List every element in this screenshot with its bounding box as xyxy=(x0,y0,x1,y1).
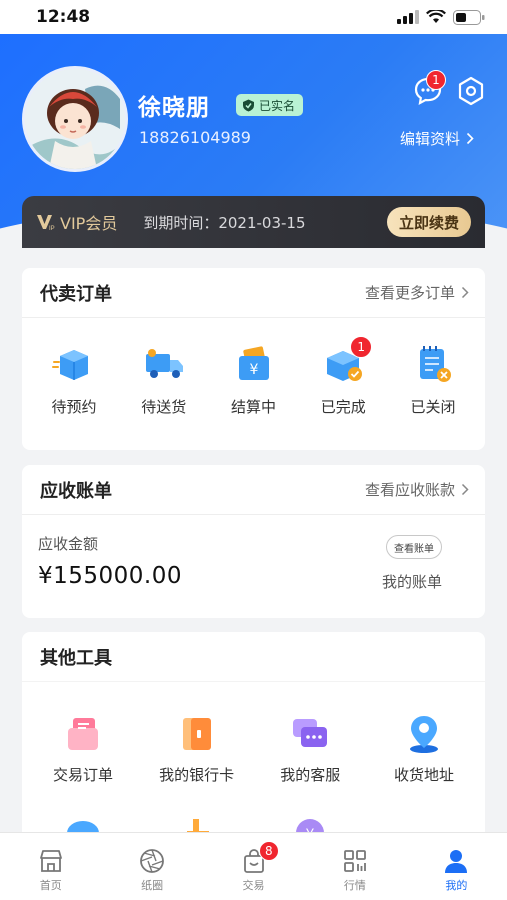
renew-vip-button[interactable]: 立即续费 xyxy=(386,207,471,237)
other-tools-card: 其他工具 交易订单 我的银行卡 我的客服 收货地址 xyxy=(22,632,485,842)
tool-label: 我的银行卡 xyxy=(159,766,235,784)
verified-badge: 已实名 xyxy=(236,94,304,116)
order-status-label: 待预约 xyxy=(51,398,97,416)
consignment-orders-card: 代卖订单 查看更多订单 待预约 待送货 ¥ 结算中 1 已完成 已关闭 xyxy=(22,268,485,450)
avatar-illustration xyxy=(25,69,125,169)
bank-card-icon xyxy=(182,718,211,750)
message-badge: 1 xyxy=(426,70,446,90)
box-icon xyxy=(52,350,88,380)
tab-trade[interactable]: 8 交易 xyxy=(203,833,304,900)
edit-profile-link[interactable]: 编辑资料 xyxy=(400,128,474,149)
location-pin-icon xyxy=(409,716,438,753)
tab-label: 行情 xyxy=(343,879,366,892)
svg-text:IP: IP xyxy=(49,226,55,231)
order-status-completed[interactable]: 1 已完成 xyxy=(303,336,383,417)
trade-order-icon xyxy=(68,718,98,750)
chevron-right-icon xyxy=(461,483,469,496)
vip-crown-icon: IP xyxy=(37,215,55,231)
tools-title: 其他工具 xyxy=(40,647,112,669)
order-status-pending-appointment[interactable]: 待预约 xyxy=(34,340,114,417)
bills-title: 应收账单 xyxy=(40,480,112,502)
tool-trade-orders[interactable]: 交易订单 xyxy=(28,712,138,785)
receivable-amount-value: ¥155000.00 xyxy=(38,563,183,589)
tab-label: 交易 xyxy=(242,879,265,892)
status-time: 12:48 xyxy=(36,7,91,27)
trade-badge: 8 xyxy=(258,841,279,861)
order-status-label: 已关闭 xyxy=(410,398,456,416)
grid-chart-icon xyxy=(344,850,366,872)
vip-bar: IP VIP会员 到期时间：2021-03-15 立即续费 xyxy=(22,196,485,248)
tool-label: 交易订单 xyxy=(52,766,113,784)
customer-service-icon xyxy=(293,719,328,747)
tool-label: 收货地址 xyxy=(393,766,454,784)
order-status-label: 结算中 xyxy=(230,398,276,416)
user-phone: 18826104989 xyxy=(139,128,251,147)
svg-text:¥: ¥ xyxy=(249,362,258,378)
wallet-yen-icon: ¥ xyxy=(238,346,269,380)
order-status-awaiting-delivery[interactable]: 待送货 xyxy=(124,340,204,417)
order-status-label: 待送货 xyxy=(141,398,187,416)
bottom-tab-bar: 首页 纸圈 8 交易 行情 我的 xyxy=(0,832,507,900)
home-store-icon xyxy=(39,850,62,872)
view-bill-button[interactable]: 查看账单 xyxy=(386,535,442,559)
tab-market[interactable]: 行情 xyxy=(304,833,405,900)
tools-header: 其他工具 xyxy=(22,632,485,682)
status-bar: 12:48 xyxy=(0,0,507,34)
avatar[interactable] xyxy=(22,66,128,172)
chevron-right-icon xyxy=(466,132,474,145)
view-more-orders-link[interactable]: 查看更多订单 xyxy=(365,282,469,303)
completed-orders-badge: 1 xyxy=(350,336,373,358)
order-status-closed[interactable]: 已关闭 xyxy=(393,340,473,417)
vip-expire-date: 到期时间：2021-03-15 xyxy=(143,213,306,232)
tab-label: 首页 xyxy=(39,879,62,892)
chevron-right-icon xyxy=(461,286,469,299)
receivable-bills-card: 应收账单 查看应收账款 应收金额 ¥155000.00 查看账单 我的账单 xyxy=(22,465,485,618)
settings-hexagon-icon[interactable] xyxy=(457,76,485,106)
tab-mine[interactable]: 我的 xyxy=(406,833,507,900)
orders-header: 代卖订单 查看更多订单 xyxy=(22,268,485,318)
tool-bank-cards[interactable]: 我的银行卡 xyxy=(142,712,252,785)
vip-label: VIP会员 xyxy=(60,214,118,233)
notepad-close-icon xyxy=(420,346,451,382)
signal-icon xyxy=(397,10,419,24)
truck-icon xyxy=(145,349,183,378)
order-status-label: 已完成 xyxy=(320,398,366,416)
vip-logo: IP VIP会员 xyxy=(36,210,117,234)
bills-header: 应收账单 查看应收账款 xyxy=(22,465,485,515)
view-more-orders-label: 查看更多订单 xyxy=(364,284,455,302)
tab-home[interactable]: 首页 xyxy=(0,833,101,900)
battery-icon xyxy=(453,9,485,25)
tool-label: 我的客服 xyxy=(280,766,341,784)
tool-shipping-address[interactable]: 收货地址 xyxy=(369,712,479,785)
view-receivables-label: 查看应收账款 xyxy=(364,481,455,499)
status-icons xyxy=(397,9,485,25)
user-icon xyxy=(445,850,468,873)
order-status-settling[interactable]: ¥ 结算中 xyxy=(214,340,294,417)
tab-label: 纸圈 xyxy=(141,879,164,892)
orders-title: 代卖订单 xyxy=(40,283,112,305)
wifi-icon xyxy=(426,10,446,23)
my-bill-link[interactable]: 我的账单 xyxy=(382,571,442,592)
tab-paper-circle[interactable]: 纸圈 xyxy=(101,833,202,900)
tool-customer-service[interactable]: 我的客服 xyxy=(255,712,365,785)
aperture-icon xyxy=(140,849,165,873)
user-name: 徐晓朋 xyxy=(138,95,210,121)
receivable-amount-label: 应收金额 xyxy=(38,535,99,553)
verified-label: 已实名 xyxy=(259,98,296,113)
view-receivables-link[interactable]: 查看应收账款 xyxy=(365,479,469,500)
tab-label: 我的 xyxy=(445,879,468,892)
verified-shield-icon xyxy=(243,99,254,111)
edit-profile-label: 编辑资料 xyxy=(400,130,461,148)
